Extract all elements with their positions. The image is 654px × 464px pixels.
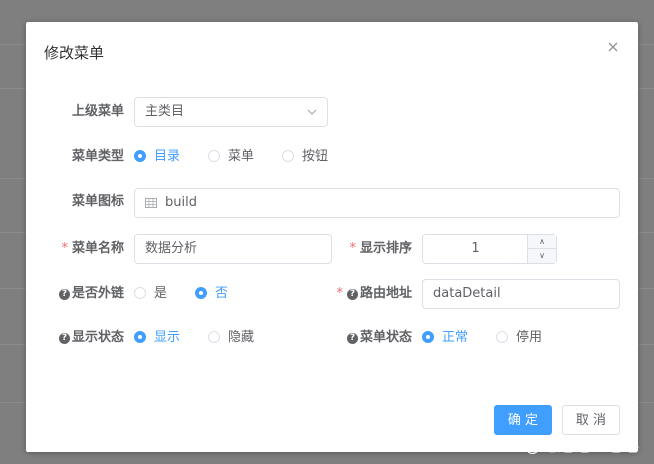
route-path-input[interactable]: dataDetail — [422, 279, 620, 309]
radio-dot — [195, 287, 207, 299]
sort-order-label: * 显示排序 — [349, 241, 412, 256]
dialog-title: 修改菜单 — [44, 44, 105, 62]
is-external-option-yes[interactable]: 是 — [134, 284, 167, 304]
confirm-button[interactable]: 确 定 — [494, 405, 552, 435]
question-icon: ? — [58, 289, 70, 300]
menu-status-option-disabled[interactable]: 停用 — [496, 328, 542, 348]
menu-type-label: 菜单类型 — [71, 149, 124, 164]
grid-icon — [145, 198, 157, 208]
radio-dot — [134, 287, 146, 299]
parent-menu-label: 上级菜单 — [71, 104, 124, 119]
radio-dot — [208, 331, 220, 343]
menu-status-option-normal[interactable]: 正常 — [422, 328, 468, 348]
radio-dot — [208, 150, 220, 162]
menu-icon-input[interactable]: build — [134, 188, 620, 218]
radio-dot — [496, 331, 508, 343]
is-external-option-no[interactable]: 否 — [195, 284, 228, 304]
required-asterisk: * — [349, 241, 356, 256]
route-path-value: dataDetail — [433, 286, 501, 301]
route-path-label: *? 路由地址 — [336, 286, 412, 301]
question-icon: ? — [346, 289, 358, 300]
visibility-option-hide[interactable]: 隐藏 — [208, 328, 254, 348]
edit-menu-dialog: 修改菜单 上级菜单 主类目 菜单类型 目录 菜单 按钮 菜单图标 build *… — [26, 22, 638, 452]
required-asterisk: * — [336, 286, 343, 301]
menu-type-option-menu[interactable]: 菜单 — [208, 147, 254, 167]
required-asterisk: * — [61, 241, 68, 256]
chevron-down-icon — [307, 109, 317, 115]
radio-dot — [134, 331, 146, 343]
menu-icon-label: 菜单图标 — [71, 194, 124, 209]
is-external-label: ? 是否外链 — [14, 279, 124, 309]
cancel-button[interactable]: 取 消 — [562, 405, 620, 435]
radio-dot — [134, 150, 146, 162]
stepper-up-button[interactable]: ∧ — [528, 235, 556, 249]
parent-menu-value: 主类目 — [145, 104, 185, 119]
menu-name-label: * 菜单名称 — [61, 241, 124, 256]
menu-type-option-directory[interactable]: 目录 — [134, 147, 180, 167]
menu-status-label: ? 菜单状态 — [302, 323, 412, 353]
visibility-label: ? 显示状态 — [14, 323, 124, 353]
sort-order-stepper[interactable]: 1 ∧ ∨ — [422, 234, 557, 264]
parent-menu-select[interactable]: 主类目 — [134, 97, 328, 127]
question-icon: ? — [58, 333, 70, 344]
menu-name-value: 数据分析 — [145, 241, 198, 256]
sort-order-value: 1 — [471, 241, 480, 256]
menu-icon-value: build — [165, 195, 197, 210]
radio-dot — [422, 331, 434, 343]
visibility-option-show[interactable]: 显示 — [134, 328, 180, 348]
watermark: CSDN @吃泡泡吐皂皂 — [471, 436, 640, 455]
stepper-buttons: ∧ ∨ — [527, 235, 556, 263]
radio-dot — [282, 150, 294, 162]
close-icon[interactable] — [606, 40, 620, 54]
stepper-down-button[interactable]: ∨ — [528, 249, 556, 263]
menu-type-option-button[interactable]: 按钮 — [282, 147, 328, 167]
question-icon: ? — [346, 333, 358, 344]
